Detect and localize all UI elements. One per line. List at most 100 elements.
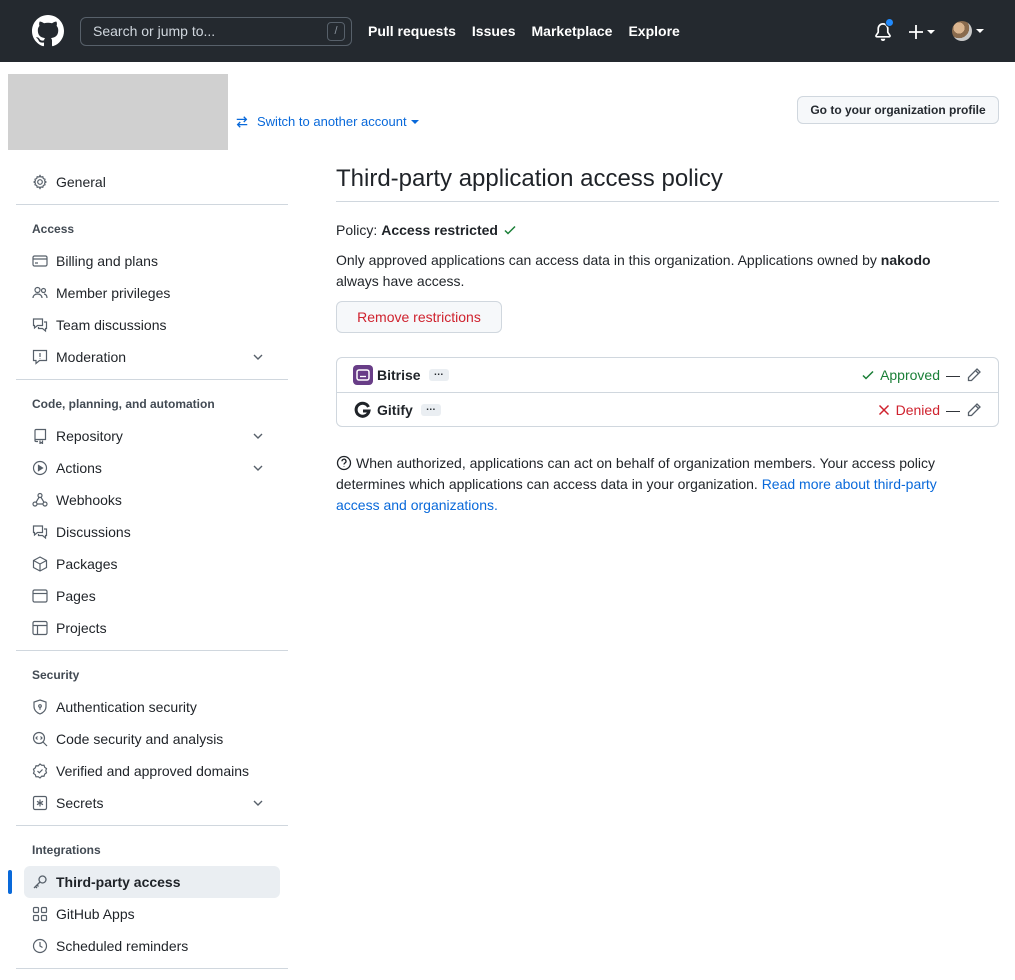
- sidebar-item-packages[interactable]: Packages: [16, 548, 280, 580]
- description-suffix: always have access.: [336, 273, 465, 289]
- sidebar-item-label: Discussions: [56, 524, 131, 540]
- sidebar-item-label: GitHub Apps: [56, 906, 135, 922]
- sidebar-item-moderation[interactable]: Moderation: [16, 341, 280, 373]
- sidebar-item-webhooks[interactable]: Webhooks: [16, 484, 280, 516]
- switch-account-link[interactable]: Switch to another account: [235, 114, 419, 129]
- sidebar-item-authentication-security[interactable]: Authentication security: [16, 691, 280, 723]
- sidebar-heading-code: Code, planning, and automation: [32, 397, 215, 411]
- search-placeholder: Search or jump to...: [93, 23, 216, 39]
- divider: [16, 825, 288, 826]
- chevron-down-icon: [253, 465, 263, 471]
- nav-marketplace[interactable]: Marketplace: [532, 23, 613, 39]
- remove-restrictions-button[interactable]: Remove restrictions: [336, 301, 502, 333]
- webhook-icon: [32, 492, 48, 507]
- credit-card-icon: [32, 255, 48, 267]
- app-name[interactable]: Gitify: [377, 402, 413, 418]
- status-approved: Approved: [880, 367, 940, 383]
- sidebar-item-third-party-access[interactable]: Third-party access: [8, 866, 280, 898]
- sidebar-item-label: Verified and approved domains: [56, 763, 250, 779]
- top-navbar: Search or jump to... / Pull requests Iss…: [0, 0, 1015, 62]
- report-icon: [32, 349, 48, 365]
- chevron-down-icon: [253, 800, 263, 806]
- check-icon: [862, 370, 874, 380]
- chevron-down-icon: [253, 433, 263, 439]
- sidebar-item-billing[interactable]: Billing and plans: [16, 245, 280, 277]
- shield-lock-icon: [33, 699, 47, 715]
- sidebar-item-general[interactable]: General: [16, 166, 280, 198]
- policy-value: Access restricted: [381, 222, 498, 238]
- sidebar-item-label: Webhooks: [56, 492, 122, 508]
- sidebar-item-verified-domains[interactable]: Verified and approved domains: [16, 755, 280, 787]
- sidebar-item-label: Code security and analysis: [56, 731, 224, 747]
- sidebar-item-label: Billing and plans: [56, 253, 158, 269]
- sidebar-item-label: Team discussions: [56, 317, 167, 333]
- x-icon: [878, 404, 889, 416]
- play-icon: [32, 460, 48, 476]
- app-status: Denied —: [876, 402, 982, 418]
- user-avatar[interactable]: [952, 21, 972, 41]
- table-icon: [32, 620, 48, 636]
- org-avatar: [8, 74, 228, 150]
- sidebar-item-label: Secrets: [56, 795, 104, 811]
- help-text: When authorized, applications can act on…: [336, 453, 976, 516]
- chevron-down-icon[interactable]: [976, 29, 984, 33]
- sidebar-item-team-discussions[interactable]: Team discussions: [16, 309, 280, 341]
- comment-discussion-icon: [32, 318, 48, 333]
- sidebar-item-label: Actions: [56, 460, 102, 476]
- status-denied: Denied: [895, 402, 940, 418]
- go-to-org-profile-button[interactable]: Go to your organization profile: [797, 96, 999, 124]
- codescan-icon: [32, 731, 48, 747]
- check-icon: [504, 225, 516, 235]
- sidebar-item-github-apps[interactable]: GitHub Apps: [16, 898, 280, 930]
- sidebar-item-discussions[interactable]: Discussions: [16, 516, 280, 548]
- divider: [16, 379, 288, 380]
- sidebar-item-label: Scheduled reminders: [56, 938, 189, 954]
- create-new-icon[interactable]: [908, 22, 938, 42]
- repo-icon: [34, 428, 47, 444]
- sidebar-item-label: Third-party access: [56, 874, 181, 890]
- sidebar-item-pages[interactable]: Pages: [16, 580, 280, 612]
- chevron-down-icon: [410, 119, 419, 124]
- clock-icon: [32, 938, 48, 954]
- sidebar-item-label: Authentication security: [56, 699, 197, 715]
- people-icon: [32, 286, 48, 299]
- chevron-down-icon: [253, 354, 263, 360]
- search-input[interactable]: Search or jump to... /: [80, 17, 352, 46]
- sidebar-item-actions[interactable]: Actions: [16, 452, 280, 484]
- sidebar-item-scheduled-reminders[interactable]: Scheduled reminders: [16, 930, 280, 962]
- divider: [16, 650, 288, 651]
- global-nav: Pull requests Issues Marketplace Explore: [368, 23, 680, 39]
- arrow-switch-icon: [236, 115, 248, 128]
- nav-pull-requests[interactable]: Pull requests: [368, 23, 456, 39]
- gear-icon: [32, 174, 48, 190]
- nav-issues[interactable]: Issues: [472, 23, 516, 39]
- main-content: Third-party application access policy Po…: [336, 160, 999, 516]
- question-icon: [336, 455, 352, 471]
- settings-sidebar: General Access Billing and plans Member …: [8, 166, 288, 977]
- sidebar-item-secrets[interactable]: Secrets: [16, 787, 280, 819]
- key-asterisk-icon: [32, 795, 48, 811]
- github-logo-icon[interactable]: [32, 15, 64, 47]
- ellipsis-button[interactable]: …: [428, 368, 449, 381]
- pencil-icon[interactable]: [966, 402, 982, 418]
- sidebar-heading-security: Security: [32, 668, 80, 682]
- comment-discussion-icon: [32, 525, 48, 540]
- sidebar-item-label: Packages: [56, 556, 118, 572]
- sidebar-item-repository[interactable]: Repository: [16, 420, 280, 452]
- pencil-icon[interactable]: [966, 367, 982, 383]
- sidebar-item-projects[interactable]: Projects: [16, 612, 280, 644]
- app-name[interactable]: Bitrise: [377, 367, 421, 383]
- divider: [16, 968, 288, 969]
- sidebar-heading-access: Access: [32, 222, 75, 236]
- policy-status: Policy: Access restricted: [336, 222, 999, 238]
- sidebar-item-code-security[interactable]: Code security and analysis: [16, 723, 280, 755]
- list-item: Bitrise … Approved —: [337, 358, 998, 392]
- applications-list: Bitrise … Approved — Gitify … Denied —: [336, 357, 999, 427]
- page-title: Third-party application access policy: [336, 160, 999, 202]
- sidebar-item-label: Member privileges: [56, 285, 171, 301]
- ellipsis-button[interactable]: …: [420, 402, 441, 416]
- sidebar-item-label: Repository: [56, 428, 123, 444]
- nav-explore[interactable]: Explore: [628, 23, 679, 39]
- sidebar-item-label: Pages: [56, 588, 96, 604]
- sidebar-item-member-privileges[interactable]: Member privileges: [16, 277, 280, 309]
